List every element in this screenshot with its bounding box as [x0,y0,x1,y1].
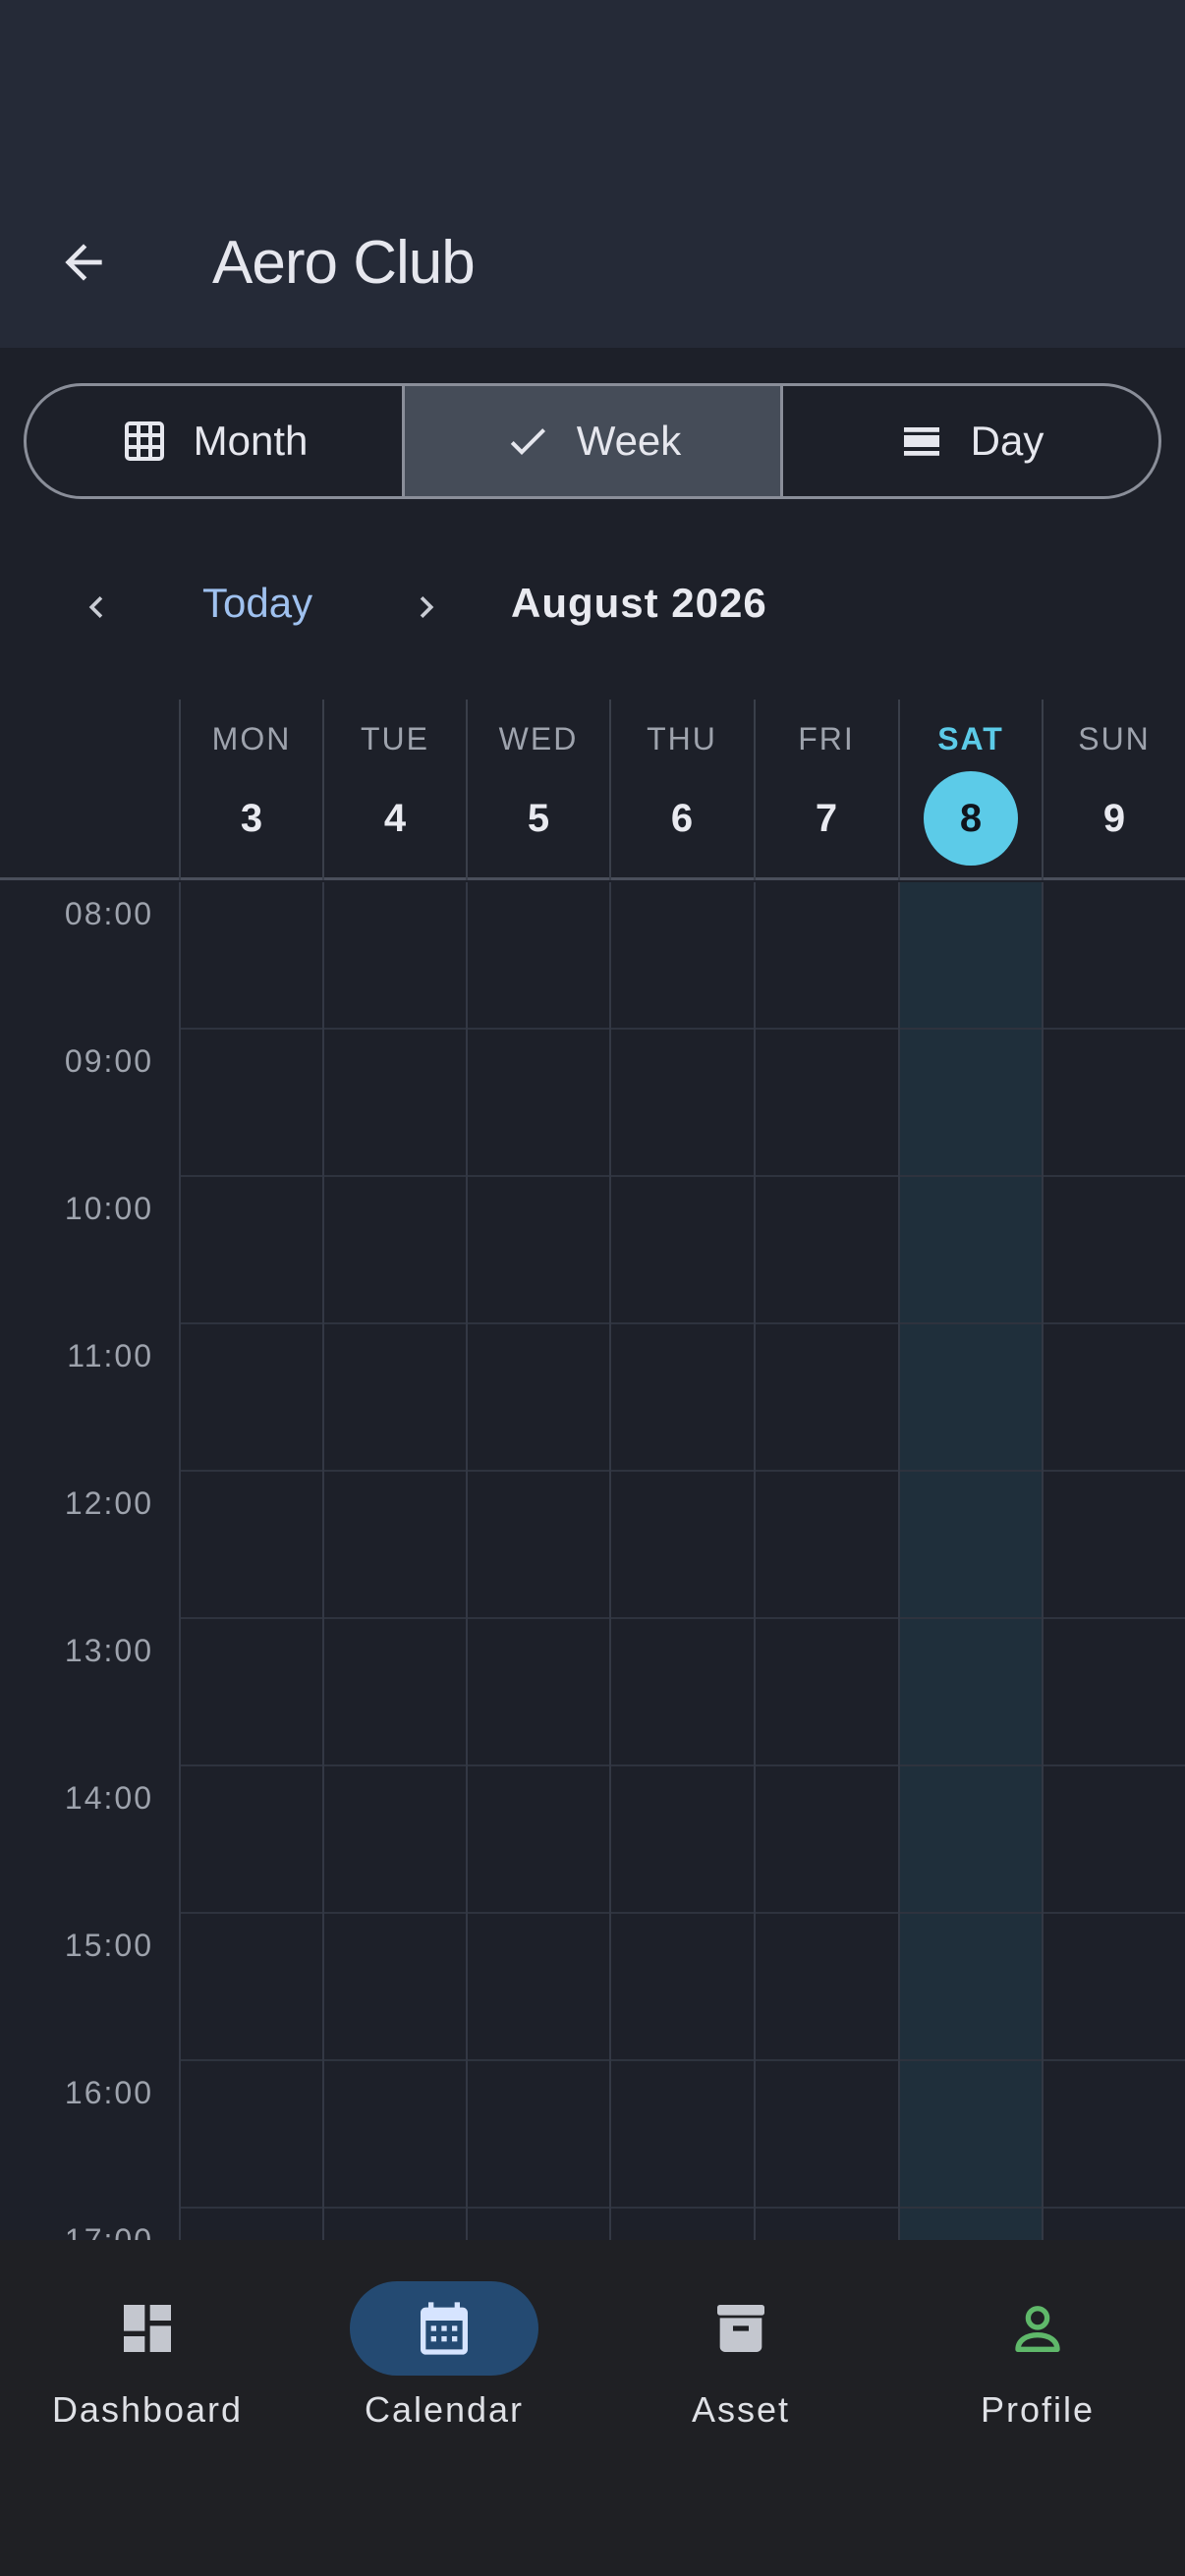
calendar-icon [421,2302,468,2355]
today-button[interactable]: Today [202,580,312,627]
day-divider [609,882,611,2240]
nav-label: Profile [980,2389,1096,2430]
nav-dashboard[interactable]: Dashboard [0,2281,295,2478]
day-of-week: SUN [1078,721,1151,756]
current-period-label: August 2026 [511,580,767,626]
view-option-label: Day [970,418,1044,464]
day-divider [466,882,468,2240]
nav-asset[interactable]: Asset [593,2281,888,2478]
week-header: MON 3 TUE 4 WED 5 THU 6 FRI 7 SAT 8 SUN … [0,700,1185,880]
hour-label: 08:00 [64,896,153,931]
date-navigation: Today August 2026 [0,550,1185,664]
person-icon [1015,2306,1060,2352]
nav-indicator [943,2281,1132,2376]
view-switcher: Month Week Day [24,383,1161,499]
day-of-week: WED [498,721,579,756]
day-header-wed[interactable]: WED 5 [466,700,609,880]
page-title: Aero Club [212,229,476,297]
check-icon [510,428,545,455]
day-divider [179,882,181,2240]
chevron-right-icon [420,596,434,618]
hour-divider [179,1912,1185,1914]
day-divider [1042,882,1044,2240]
nav-profile[interactable]: Profile [890,2281,1185,2478]
day-number: 7 [815,797,838,840]
day-number: 9 [1102,797,1126,840]
hour-label: 17:00 [64,2222,153,2240]
day-number: 3 [240,797,263,840]
dashboard-icon [124,2305,171,2352]
day-header-sun[interactable]: SUN 9 [1042,700,1185,880]
chevron-left-icon [88,596,103,618]
day-of-week: SAT [937,721,1004,756]
today-day-number: 8 [924,771,1018,866]
day-of-week: MON [211,721,292,756]
nav-label: Dashboard [51,2389,244,2430]
bottom-navigation: Dashboard Calendar Asset Profile [0,2240,1185,2576]
grid-icon [124,421,164,461]
day-header-fri[interactable]: FRI 7 [754,700,897,880]
view-option-label: Week [576,418,682,464]
hour-label: 12:00 [64,1485,153,1521]
view-option-week[interactable]: Week [402,386,780,496]
day-divider [754,882,756,2240]
hour-divider [179,1470,1185,1472]
hour-label: 13:00 [64,1633,153,1668]
day-header-tue[interactable]: TUE 4 [322,700,466,880]
day-header-mon[interactable]: MON 3 [179,700,322,880]
day-list-icon [903,427,939,456]
view-option-label: Month [193,418,309,464]
hour-label: 15:00 [64,1928,153,1963]
previous-week-button[interactable] [57,568,136,646]
day-header-sat[interactable]: SAT 8 [898,700,1042,880]
next-week-button[interactable] [387,568,466,646]
hour-label: 14:00 [64,1780,153,1816]
week-time-grid[interactable]: 08:00 09:00 10:00 11:00 12:00 13:00 14:0… [0,882,1185,2240]
hour-divider [179,1617,1185,1619]
arrow-back-icon [65,244,102,281]
day-of-week: TUE [361,721,429,756]
day-number: 6 [670,797,694,840]
day-divider [322,882,324,2240]
hour-label: 09:00 [64,1043,153,1079]
hour-divider [179,2059,1185,2061]
view-option-day[interactable]: Day [780,386,1158,496]
app-bar: Aero Club [0,0,1185,348]
nav-calendar[interactable]: Calendar [297,2281,592,2478]
nav-label: Asset [691,2389,791,2430]
hour-label: 10:00 [64,1191,153,1226]
hour-divider [179,2207,1185,2209]
hour-divider [179,1175,1185,1177]
hour-divider [179,1028,1185,1030]
day-header-thu[interactable]: THU 6 [609,700,753,880]
nav-indicator [53,2281,242,2376]
hour-divider [179,1764,1185,1766]
day-divider [898,882,900,2240]
today-column-highlight [898,882,1042,2240]
day-of-week: FRI [798,721,855,756]
hour-label: 11:00 [67,1338,153,1373]
day-number: 5 [527,797,550,840]
day-number: 4 [383,797,407,840]
nav-label: Calendar [364,2389,525,2430]
hour-divider [179,1322,1185,1324]
day-of-week: THU [647,721,717,756]
nav-indicator [350,2281,538,2376]
nav-indicator [647,2281,835,2376]
archive-icon [717,2305,764,2352]
back-button[interactable] [39,218,128,307]
view-option-month[interactable]: Month [27,386,402,496]
hour-label: 16:00 [64,2075,153,2110]
